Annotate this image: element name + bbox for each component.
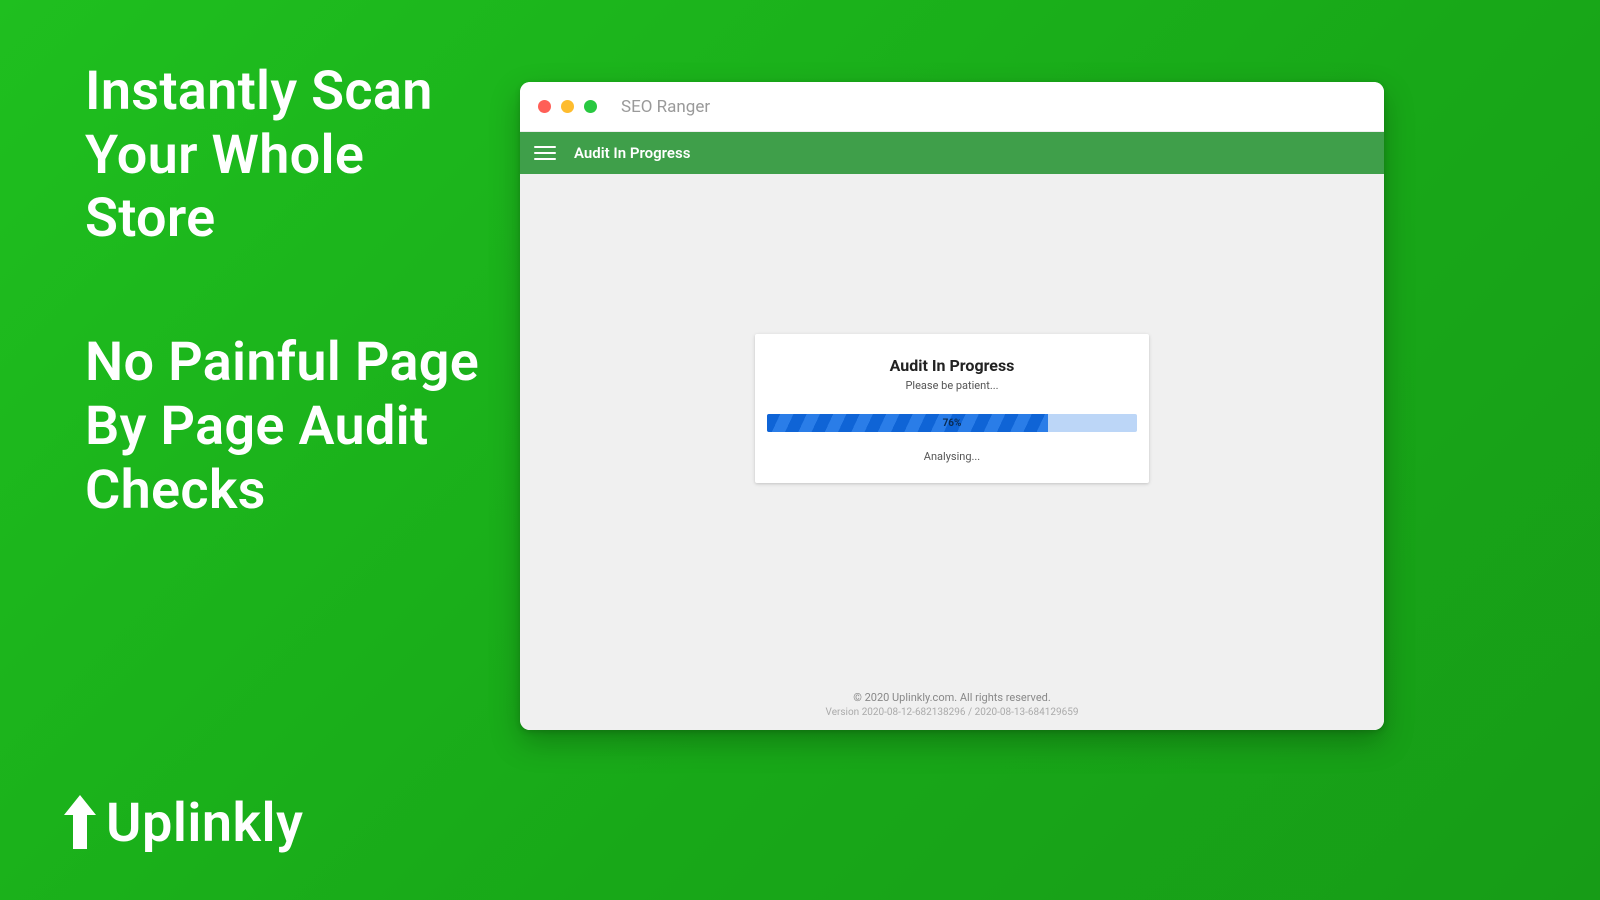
card-title: Audit In Progress	[767, 356, 1137, 375]
card-subtitle: Please be patient...	[767, 379, 1137, 392]
page-title: Audit In Progress	[574, 144, 690, 162]
app-window: SEO Ranger Audit In Progress Audit In Pr…	[520, 82, 1384, 730]
promo-stage: Instantly Scan Your Whole Store No Painf…	[0, 0, 1600, 900]
window-titlebar: SEO Ranger	[520, 82, 1384, 132]
brand-name: Uplinkly	[106, 792, 303, 855]
footer-version: Version 2020-08-12-682138296 / 2020-08-1…	[520, 707, 1384, 718]
hamburger-icon[interactable]	[534, 142, 556, 164]
app-footer: © 2020 Uplinkly.com. All rights reserved…	[520, 691, 1384, 718]
progress-label: 76%	[767, 414, 1137, 432]
footer-copyright: © 2020 Uplinkly.com. All rights reserved…	[520, 691, 1384, 704]
progress-bar: 76%	[767, 414, 1137, 432]
card-status: Analysing...	[767, 450, 1137, 463]
window-maximize-button[interactable]	[584, 100, 597, 113]
uplinkly-arrow-icon	[60, 793, 100, 855]
headline-2: No Painful Page By Page Audit Checks	[85, 331, 505, 522]
audit-progress-card: Audit In Progress Please be patient... 7…	[755, 334, 1149, 483]
window-minimize-button[interactable]	[561, 100, 574, 113]
app-toolbar: Audit In Progress	[520, 132, 1384, 174]
app-content: Audit In Progress Please be patient... 7…	[520, 174, 1384, 730]
window-title: SEO Ranger	[621, 97, 710, 117]
brand-logo: Uplinkly	[60, 792, 303, 855]
marketing-copy: Instantly Scan Your Whole Store No Painf…	[85, 60, 505, 522]
window-close-button[interactable]	[538, 100, 551, 113]
headline-1: Instantly Scan Your Whole Store	[85, 60, 505, 251]
